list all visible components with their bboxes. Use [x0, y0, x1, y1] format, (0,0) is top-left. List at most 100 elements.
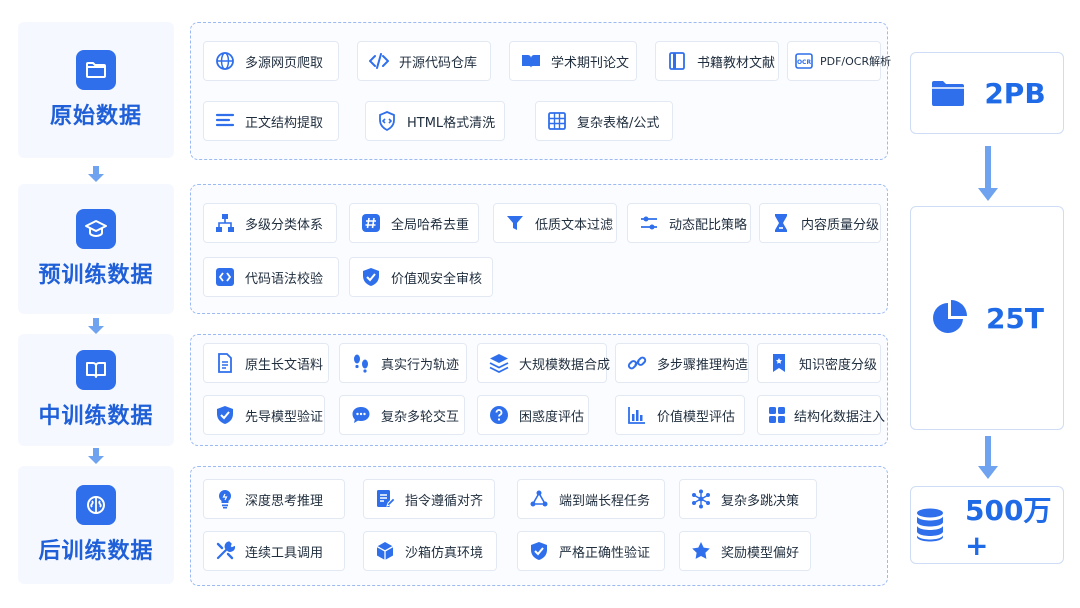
chip-label: 多级分类体系: [245, 217, 324, 233]
stage-title: 预训练数据: [38, 263, 154, 288]
arrow-down-icon: [978, 436, 998, 479]
chip-html-clean: HTML格式清洗: [365, 101, 505, 141]
posttrain-data-panel: 深度思考推理 指令遵循对齐 端到端长程任务 复杂多跳决策 连续工具调用 沙箱仿真…: [190, 466, 888, 586]
stage-raw-data: 原始数据: [18, 22, 174, 158]
arrow-down-icon: [88, 448, 104, 464]
globe-icon: [214, 50, 236, 72]
document-icon: [214, 352, 236, 374]
chip-label: PDF/OCR解析: [820, 55, 892, 68]
chip-multi-step-reasoning: 多步骤推理构造: [615, 343, 749, 383]
chip-label: 端到端长程任务: [559, 493, 651, 509]
chip-label: 奖励模型偏好: [721, 545, 800, 561]
chip-label: 复杂多跳决策: [721, 493, 800, 509]
stat-posttrain-samples: 500万+: [910, 486, 1064, 564]
flow-icon: [528, 488, 550, 510]
chip-strict-correctness: 严格正确性验证: [517, 531, 665, 571]
chip-label: 真实行为轨迹: [381, 357, 460, 373]
stage-posttrain-data: 后训练数据: [18, 466, 174, 584]
stage-pretrain-data: 预训练数据: [18, 184, 174, 314]
brain-icon: [76, 485, 116, 525]
question-icon: [488, 404, 510, 426]
chip-complex-multi-turn: 复杂多轮交互: [339, 395, 465, 435]
chip-label: 复杂多轮交互: [381, 409, 460, 425]
chip-label: 价值观安全审核: [391, 271, 483, 287]
chip-label: 沙箱仿真环境: [405, 545, 484, 561]
chip-multi-hop-decision: 复杂多跳决策: [679, 479, 817, 519]
bar-chart-icon: [626, 404, 648, 426]
chip-label: 多源网页爬取: [245, 55, 324, 71]
chip-label: 多步骤推理构造: [657, 357, 749, 373]
chip-instruction-alignment: 指令遵循对齐: [363, 479, 495, 519]
chip-code-syntax-check: 代码语法校验: [203, 257, 339, 297]
pie-chart-icon: [930, 298, 970, 338]
chip-label: 书籍教材文献: [697, 55, 776, 71]
chip-label: 低质文本过滤: [535, 217, 614, 233]
ocr-icon: OCR: [793, 50, 815, 72]
shield-check-icon: [360, 266, 382, 288]
chip-native-long-text: 原生长文语料: [203, 343, 329, 383]
chip-academic-papers: 学术期刊论文: [509, 41, 637, 81]
layers-icon: [488, 352, 510, 374]
tools-icon: [214, 540, 236, 562]
book-icon: [76, 350, 116, 390]
chip-label: 严格正确性验证: [559, 545, 651, 561]
stat-pretrain-tokens: 25T: [910, 206, 1064, 430]
chip-complex-tables: 复杂表格/公式: [535, 101, 673, 141]
chip-label: 学术期刊论文: [551, 55, 630, 71]
text-lines-icon: [214, 110, 236, 132]
chip-pilot-model-validation: 先导模型验证: [203, 395, 325, 435]
chip-label: 全局哈希去重: [391, 217, 470, 233]
chip-books: 书籍教材文献: [655, 41, 779, 81]
code-box-icon: [214, 266, 236, 288]
chip-label: 开源代码仓库: [399, 55, 478, 71]
chip-value-model-eval: 价值模型评估: [615, 395, 745, 435]
midtrain-data-panel: 原生长文语料 真实行为轨迹 大规模数据合成 多步骤推理构造 知识密度分级 先导模…: [190, 334, 888, 446]
stage-title: 原始数据: [49, 104, 142, 129]
chip-real-behavior-trace: 真实行为轨迹: [339, 343, 467, 383]
chip-low-quality-filter: 低质文本过滤: [493, 203, 617, 243]
chip-multi-source-crawl: 多源网页爬取: [203, 41, 339, 81]
chip-sandbox-simulation: 沙箱仿真环境: [363, 531, 497, 571]
chip-global-hash-dedup: 全局哈希去重: [349, 203, 479, 243]
chip-multi-level-taxonomy: 多级分类体系: [203, 203, 337, 243]
chip-label: 正文结构提取: [245, 115, 324, 131]
book-icon: [666, 50, 688, 72]
chat-icon: [350, 404, 372, 426]
bookmark-icon: [768, 352, 790, 374]
shield-check-icon: [214, 404, 236, 426]
shield-code-icon: [376, 110, 398, 132]
chip-safety-review: 价值观安全审核: [349, 257, 493, 297]
hourglass-icon: [770, 212, 792, 234]
chip-open-source-code: 开源代码仓库: [357, 41, 491, 81]
hash-icon: [360, 212, 382, 234]
sliders-icon: [638, 212, 660, 234]
network-icon: [690, 488, 712, 510]
chip-label: 困惑度评估: [519, 409, 585, 425]
chip-label: 深度思考推理: [245, 493, 324, 509]
graduation-cap-icon: [76, 209, 116, 249]
stage-title: 后训练数据: [38, 539, 154, 564]
folder-icon: [76, 50, 116, 90]
folder-icon: [928, 73, 968, 113]
chip-label: 代码语法校验: [245, 271, 324, 287]
database-icon: [911, 505, 949, 545]
chip-pdf-ocr: OCR PDF/OCR解析: [787, 41, 891, 81]
chip-label: 动态配比策略: [669, 217, 748, 233]
grid-icon: [766, 404, 788, 426]
chip-label: 复杂表格/公式: [577, 115, 660, 131]
stat-value: 25T: [985, 301, 1045, 335]
table-icon: [546, 110, 568, 132]
lightbulb-icon: [214, 488, 236, 510]
chip-large-scale-synthesis: 大规模数据合成: [477, 343, 610, 383]
chip-knowledge-density: 知识密度分级: [757, 343, 881, 383]
code-icon: [368, 50, 390, 72]
chip-deep-thinking: 深度思考推理: [203, 479, 345, 519]
stat-value: 500万+: [965, 493, 1052, 562]
chip-label: 指令遵循对齐: [405, 493, 484, 509]
arrow-down-icon: [88, 166, 104, 182]
link-icon: [626, 352, 648, 374]
stat-value: 2PB: [984, 76, 1046, 110]
edit-doc-icon: [374, 488, 396, 510]
chip-quality-grading: 内容质量分级: [759, 203, 881, 243]
arrow-down-icon: [88, 318, 104, 334]
